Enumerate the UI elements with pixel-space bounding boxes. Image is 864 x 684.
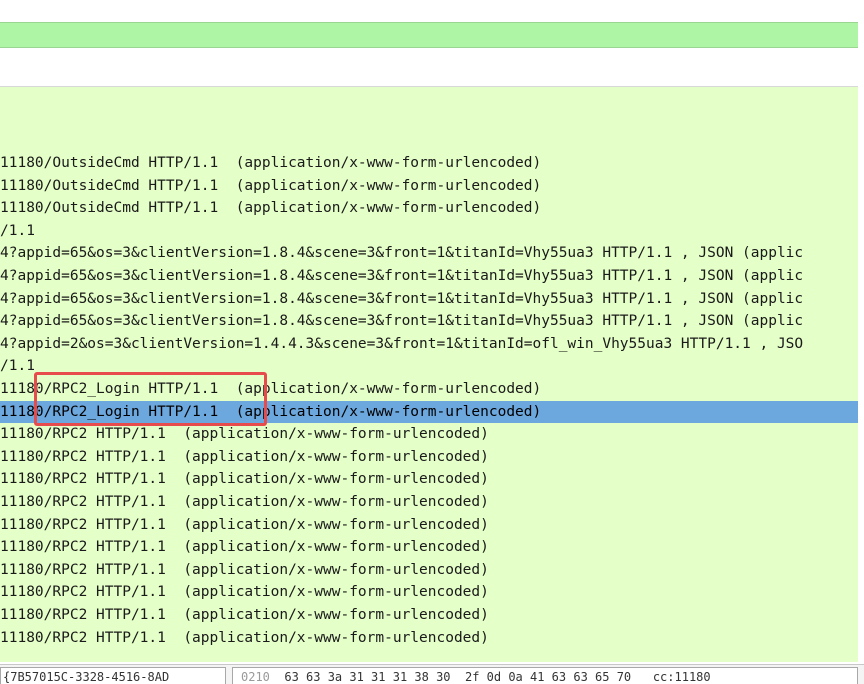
- bytes-pane: {7B57015C-3328-4516-8AD 0210 63 63 3a 31…: [0, 664, 864, 684]
- hex-dump-line[interactable]: 0210 63 63 3a 31 31 31 38 30 2f 0d 0a 41…: [232, 667, 858, 684]
- window-edge: [858, 0, 864, 684]
- packet-row[interactable]: 11180/RPC2 HTTP/1.1 (application/x-www-f…: [0, 446, 864, 469]
- packet-row[interactable]: 4?appid=65&os=3&clientVersion=1.8.4&scen…: [0, 288, 864, 311]
- hex-offset: 0210: [241, 670, 270, 684]
- display-filter-bar[interactable]: [0, 22, 858, 48]
- packet-row[interactable]: 11180/RPC2_Login HTTP/1.1 (application/x…: [0, 400, 864, 424]
- packet-row[interactable]: 11180/OutsideCmd HTTP/1.1 (application/x…: [0, 152, 864, 175]
- packet-row[interactable]: 4?appid=65&os=3&clientVersion=1.8.4&scen…: [0, 310, 864, 333]
- packet-row[interactable]: 11180/RPC2 HTTP/1.1 (application/x-www-f…: [0, 559, 864, 582]
- ascii-bytes: cc:11180: [652, 670, 711, 684]
- packet-row[interactable]: 11180/RPC2 HTTP/1.1 (application/x-www-f…: [0, 604, 864, 627]
- packet-row[interactable]: 4?appid=65&os=3&clientVersion=1.8.4&scen…: [0, 265, 864, 288]
- packet-row[interactable]: 11180/OutsideCmd HTTP/1.1 (application/x…: [0, 197, 864, 220]
- packet-row[interactable]: 4?appid=2&os=3&clientVersion=1.4.4.3&sce…: [0, 333, 864, 356]
- packet-row[interactable]: 11180/OutsideCmd HTTP/1.1 (application/x…: [0, 175, 864, 198]
- packet-row[interactable]: 11180/RPC2 HTTP/1.1 (application/x-www-f…: [0, 536, 864, 559]
- packet-row[interactable]: /1.1: [0, 220, 864, 243]
- hex-bytes: 63 63 3a 31 31 31 38 30 2f 0d 0a 41 63 6…: [284, 670, 632, 684]
- packet-list[interactable]: 11180/OutsideCmd HTTP/1.1 (application/x…: [0, 87, 864, 662]
- toolbar-strip: [0, 48, 858, 87]
- packet-row[interactable]: 11180/RPC2_Login HTTP/1.1 (application/x…: [0, 378, 864, 401]
- wireshark-window: 11180/OutsideCmd HTTP/1.1 (application/x…: [0, 0, 864, 684]
- packet-row[interactable]: 11180/RPC2 HTTP/1.1 (application/x-www-f…: [0, 627, 864, 650]
- interface-guid-field[interactable]: {7B57015C-3328-4516-8AD: [0, 667, 226, 684]
- packet-row[interactable]: 11180/RPC2 HTTP/1.1 (application/x-www-f…: [0, 581, 864, 604]
- packet-row[interactable]: 11180/RPC2 HTTP/1.1 (application/x-www-f…: [0, 423, 864, 446]
- packet-row[interactable]: 11180/RPC2 HTTP/1.1 (application/x-www-f…: [0, 468, 864, 491]
- packet-row[interactable]: 4?appid=65&os=3&clientVersion=1.8.4&scen…: [0, 242, 864, 265]
- packet-row[interactable]: 11180/RPC2 HTTP/1.1 (application/x-www-f…: [0, 514, 864, 537]
- packet-row[interactable]: /1.1: [0, 355, 864, 378]
- packet-row[interactable]: 11180/RPC2 HTTP/1.1 (application/x-www-f…: [0, 491, 864, 514]
